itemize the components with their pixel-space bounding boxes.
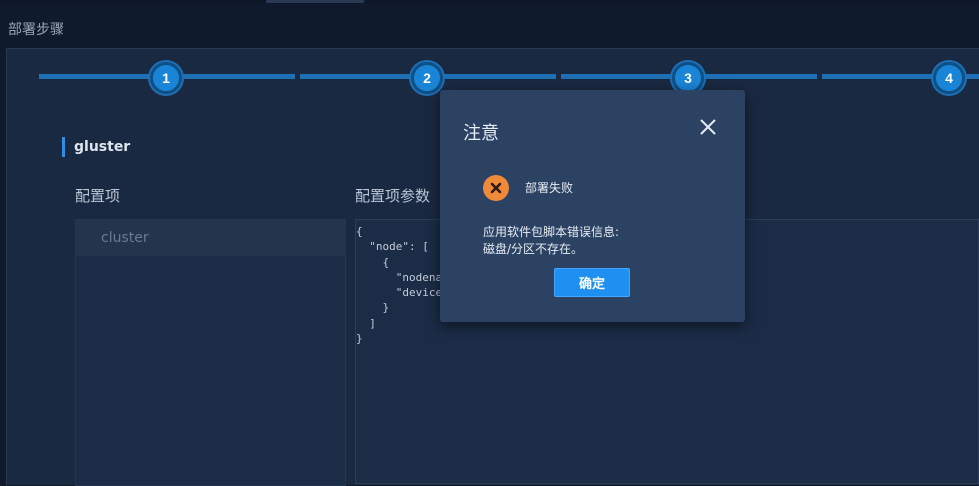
step-4[interactable]: 4 xyxy=(933,62,965,94)
confirm-button[interactable]: 确定 xyxy=(554,268,630,297)
config-items-label: 配置项 xyxy=(75,187,121,205)
close-icon[interactable] xyxy=(698,117,718,137)
deploy-stepper: 1 2 3 4 xyxy=(39,62,979,94)
active-tab-indicator[interactable] xyxy=(266,0,364,3)
config-params-label: 配置项参数 xyxy=(355,187,431,205)
section-title: gluster xyxy=(62,137,130,157)
code-line: { xyxy=(356,255,390,269)
error-message-label: 应用软件包脚本错误信息: xyxy=(483,225,620,239)
code-line: "nodenan xyxy=(356,270,449,284)
code-line: } xyxy=(356,301,390,315)
status-text: 部署失败 xyxy=(525,181,574,195)
config-item-cluster[interactable]: cluster xyxy=(76,220,345,256)
step-2[interactable]: 2 xyxy=(411,62,443,94)
code-line: } xyxy=(356,332,363,346)
config-item-list: cluster xyxy=(75,219,346,486)
code-line: ] xyxy=(356,316,376,330)
code-line: "node": [ xyxy=(356,240,429,254)
dialog-title: 注意 xyxy=(463,123,499,144)
error-icon xyxy=(483,175,509,201)
page-title: 部署步骤 xyxy=(8,22,64,38)
error-message-detail: 磁盘/分区不存在。 xyxy=(483,242,584,256)
alert-dialog: 注意 部署失败 应用软件包脚本错误信息: 磁盘/分区不存在。 确定 xyxy=(440,90,745,322)
code-line: { xyxy=(356,225,363,238)
step-1[interactable]: 1 xyxy=(150,62,182,94)
top-tab-strip xyxy=(0,0,979,4)
